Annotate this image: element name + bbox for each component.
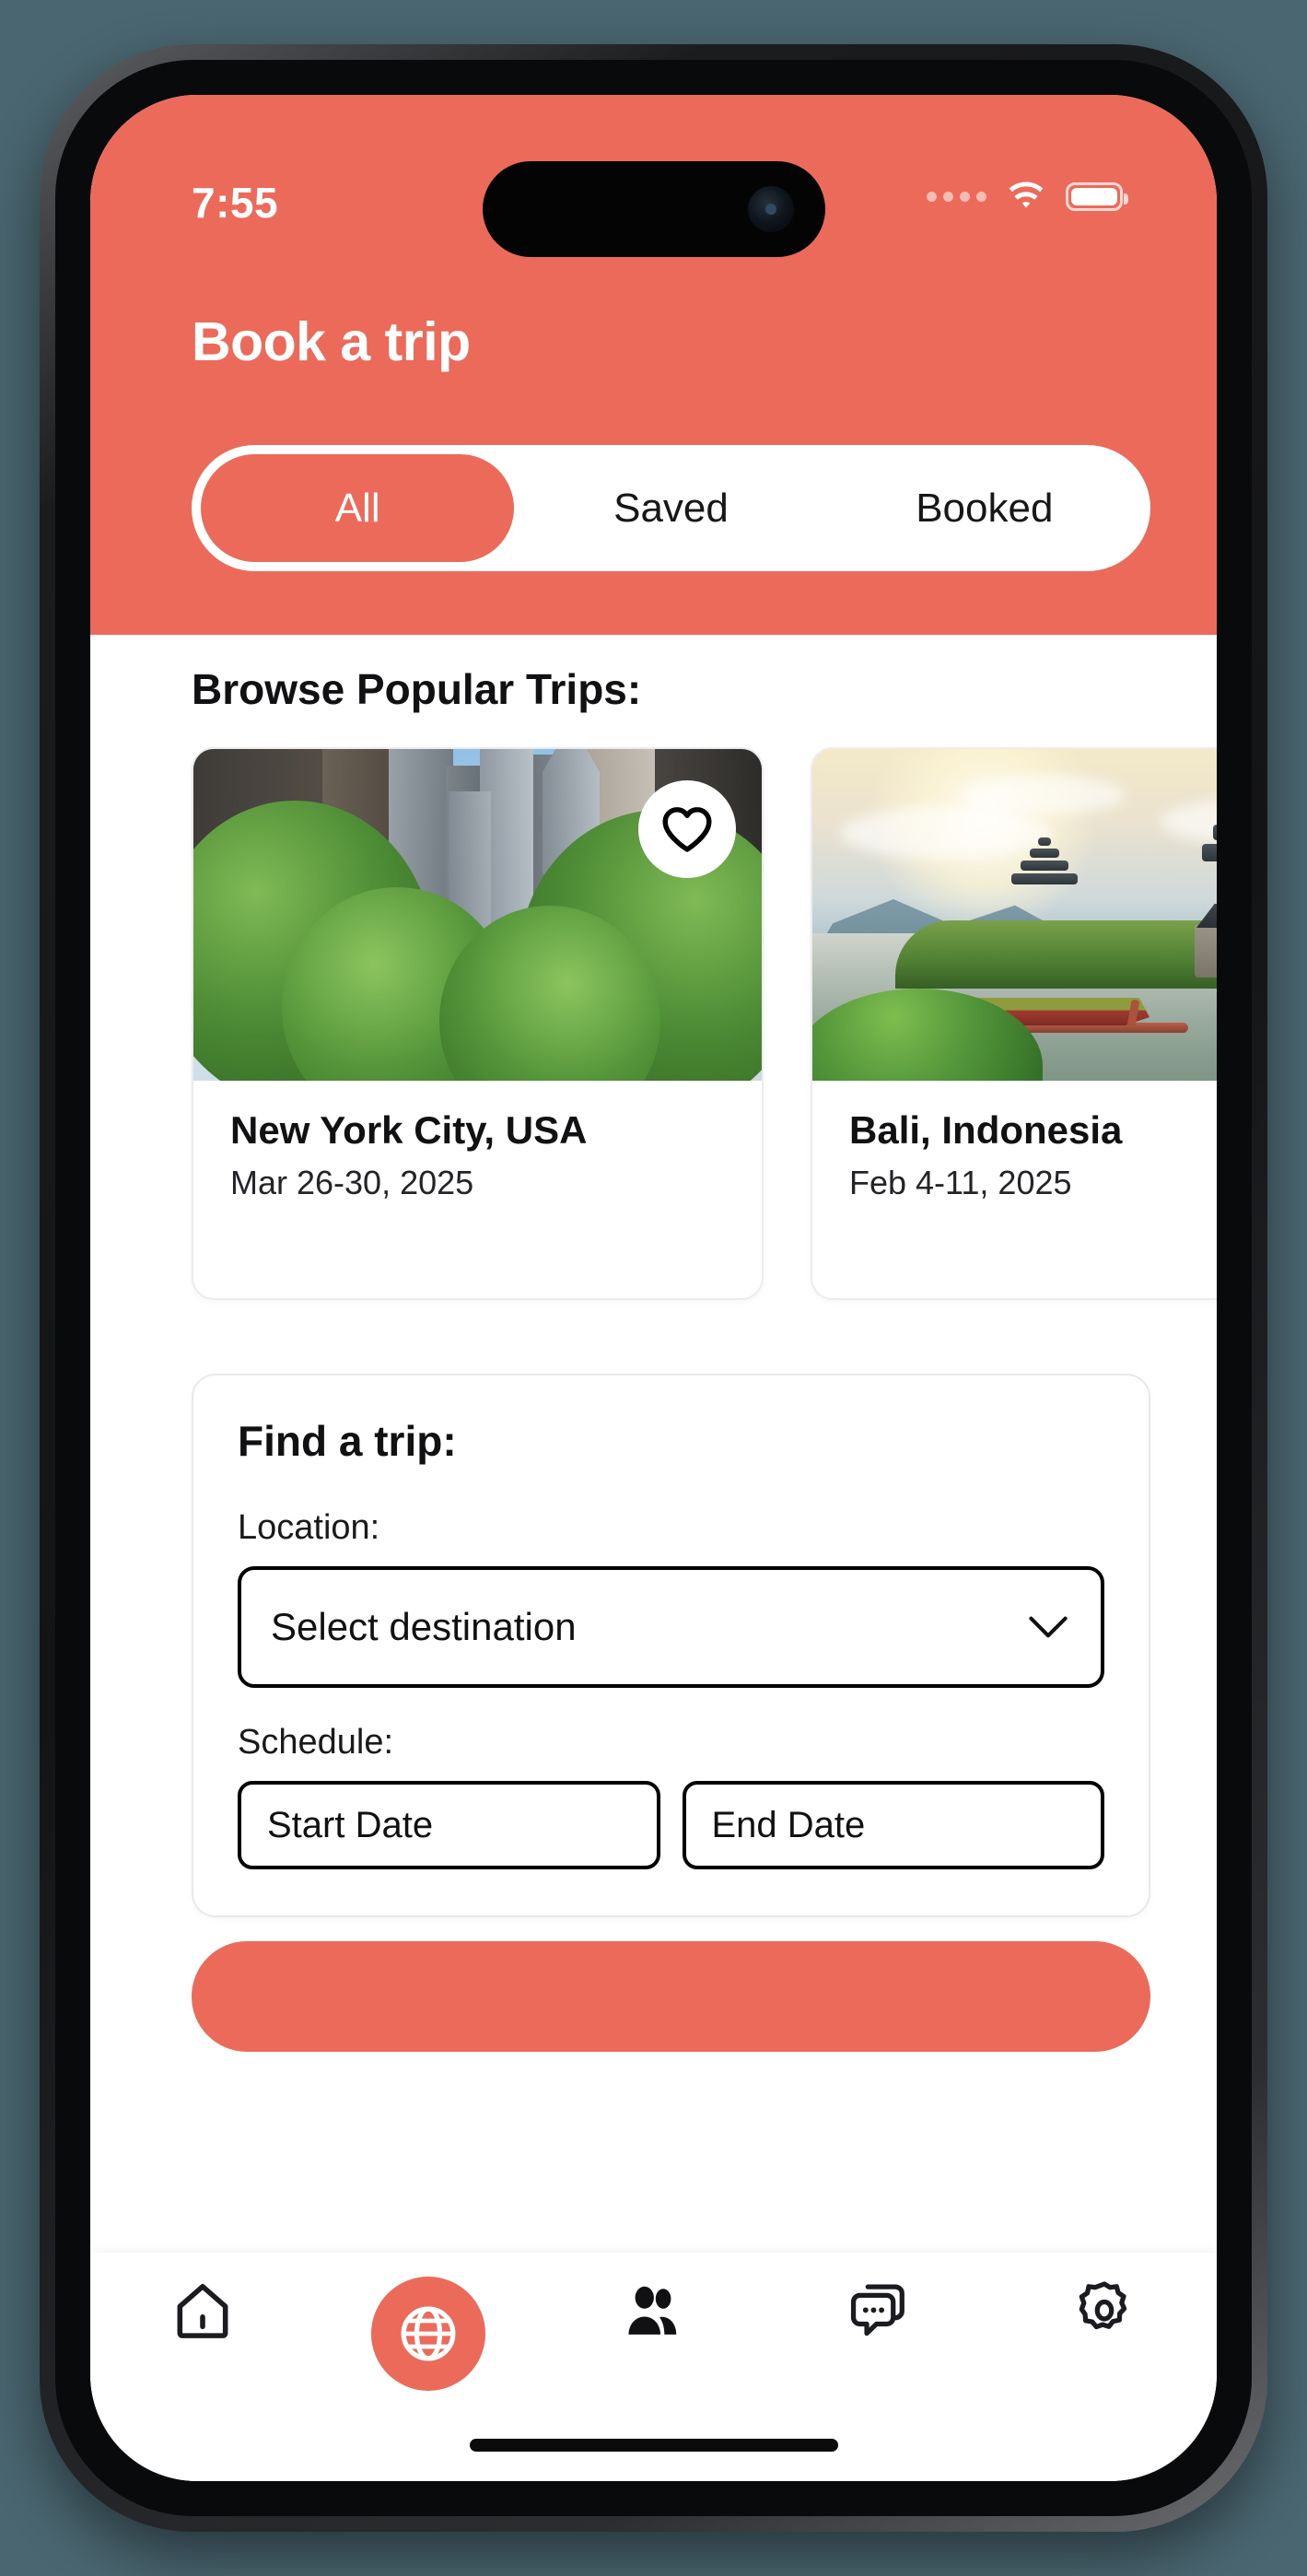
trip-card-new-york[interactable]: New York City, USA Mar 26-30, 2025 bbox=[192, 747, 764, 1300]
people-icon bbox=[628, 2286, 677, 2335]
schedule-label: Schedule: bbox=[238, 1723, 394, 1762]
tab-saved[interactable]: Saved bbox=[514, 454, 827, 562]
wifi-icon bbox=[1009, 181, 1044, 208]
main-content: Browse Popular Trips: New York City, USA… bbox=[90, 635, 1217, 2293]
trip-card-title: Bali, Indonesia bbox=[849, 1108, 1123, 1152]
trip-card-body: Bali, Indonesia Feb 4-11, 2025 bbox=[812, 1081, 1217, 1202]
globe-icon bbox=[401, 2306, 456, 2361]
location-label: Location: bbox=[238, 1508, 380, 1547]
trip-card-title: New York City, USA bbox=[230, 1108, 588, 1152]
browse-section-title: Browse Popular Trips: bbox=[192, 665, 642, 713]
nav-item-people[interactable] bbox=[541, 2277, 766, 2345]
new-york-street-photo bbox=[193, 749, 762, 1081]
filter-tabs: All Saved Booked bbox=[192, 445, 1150, 571]
battery-icon bbox=[1066, 181, 1128, 211]
chevron-down-icon bbox=[1029, 1616, 1068, 1638]
settings-gear-icon bbox=[1079, 2281, 1126, 2330]
tab-all[interactable]: All bbox=[201, 454, 515, 562]
nav-item-messages[interactable] bbox=[766, 2277, 992, 2345]
schedule-date-row: Start Date End Date bbox=[238, 1781, 1104, 1869]
popular-trips-rail[interactable]: New York City, USA Mar 26-30, 2025 Bali,… bbox=[192, 747, 1217, 1300]
nav-item-explore[interactable] bbox=[316, 2277, 542, 2391]
tab-booked[interactable]: Booked bbox=[828, 454, 1141, 562]
end-date-input[interactable]: End Date bbox=[682, 1781, 1104, 1869]
destination-select[interactable]: Select destination bbox=[238, 1566, 1104, 1688]
status-bar-indicators bbox=[927, 181, 1128, 212]
phone-bezel: 7:55 Book a trip All Saved Booked Browse… bbox=[55, 60, 1252, 2516]
start-date-input[interactable]: Start Date bbox=[238, 1781, 660, 1869]
chat-icon bbox=[851, 2284, 904, 2336]
status-bar: 7:55 bbox=[90, 95, 1217, 257]
bali-temple-lake-photo bbox=[812, 749, 1217, 1081]
find-a-trip-title: Find a trip: bbox=[238, 1417, 457, 1465]
page-title: Book a trip bbox=[192, 311, 471, 372]
home-icon bbox=[177, 2284, 228, 2338]
phone-device-frame: 7:55 Book a trip All Saved Booked Browse… bbox=[40, 44, 1267, 2532]
find-a-trip-panel: Find a trip: Location: Select destinatio… bbox=[192, 1374, 1150, 1917]
dynamic-island bbox=[482, 161, 825, 257]
home-indicator bbox=[469, 2439, 838, 2452]
nav-item-home[interactable] bbox=[90, 2277, 316, 2345]
explore-active-pill bbox=[370, 2277, 485, 2391]
trip-card-bali[interactable]: Bali, Indonesia Feb 4-11, 2025 bbox=[811, 747, 1217, 1300]
favorite-button[interactable] bbox=[638, 780, 736, 878]
phone-screen: 7:55 Book a trip All Saved Booked Browse… bbox=[90, 95, 1217, 2481]
trip-card-dates: Feb 4-11, 2025 bbox=[849, 1164, 1072, 1202]
destination-select-value: Select destination bbox=[271, 1605, 577, 1648]
heart-icon bbox=[662, 807, 712, 852]
app-header: 7:55 Book a trip All Saved Booked bbox=[90, 95, 1217, 635]
status-bar-clock: 7:55 bbox=[192, 179, 279, 227]
screenshot-stage: 7:55 Book a trip All Saved Booked Browse… bbox=[0, 0, 1307, 2576]
trip-card-body: New York City, USA Mar 26-30, 2025 bbox=[193, 1081, 762, 1202]
signal-dots-icon bbox=[927, 191, 986, 202]
search-trips-button[interactable] bbox=[192, 1941, 1150, 2052]
front-camera-icon bbox=[747, 186, 794, 232]
nav-item-settings[interactable] bbox=[991, 2277, 1217, 2345]
trip-card-dates: Mar 26-30, 2025 bbox=[230, 1164, 474, 1202]
